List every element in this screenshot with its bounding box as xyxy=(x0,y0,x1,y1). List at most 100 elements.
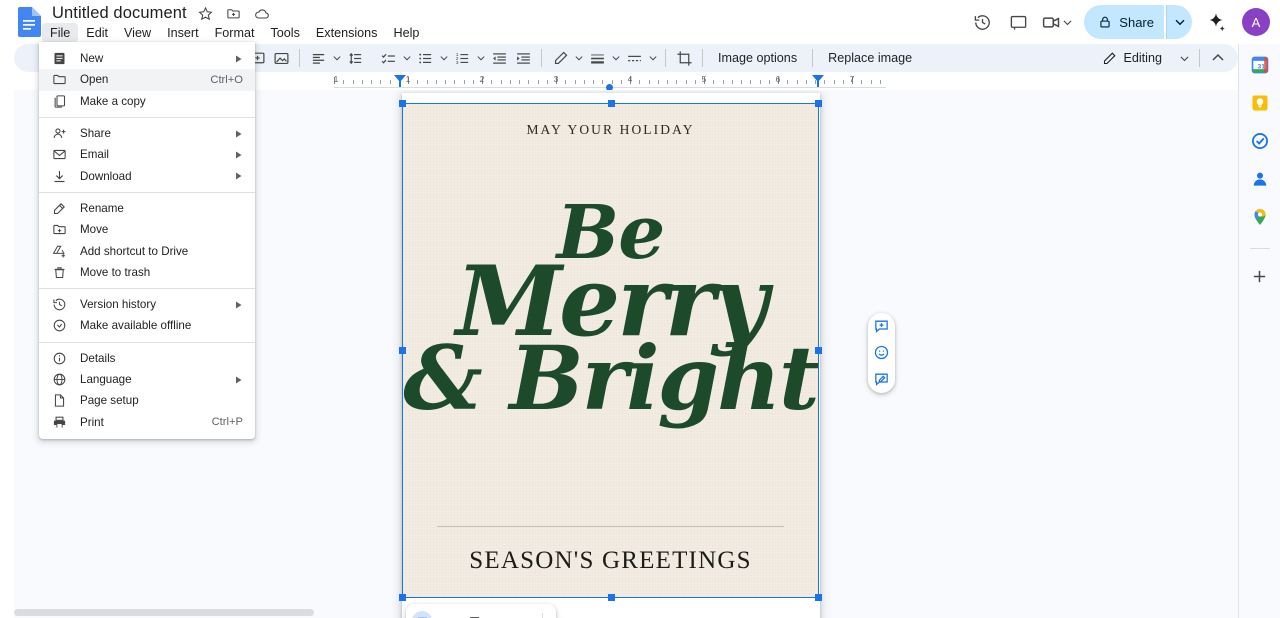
decrease-indent-icon[interactable] xyxy=(487,46,511,70)
menu-item-label: Open xyxy=(80,73,109,87)
menu-view[interactable]: View xyxy=(116,23,159,43)
menu-item-share[interactable]: Share xyxy=(39,123,255,144)
move-to-folder-icon[interactable] xyxy=(225,5,243,23)
horizontal-ruler[interactable]: 1 1 2 3 4 5 6 7 xyxy=(334,74,886,91)
menu-tools[interactable]: Tools xyxy=(262,23,307,43)
ruler-tick xyxy=(657,80,659,84)
checklist-caret[interactable] xyxy=(400,46,413,70)
menu-item-open[interactable]: Open Ctrl+O xyxy=(39,69,255,91)
menu-extensions[interactable]: Extensions xyxy=(308,23,386,43)
add-apps-icon[interactable] xyxy=(1249,265,1271,287)
replace-image-button[interactable]: Replace image xyxy=(819,51,921,65)
menu-file[interactable]: File xyxy=(42,23,79,43)
google-tasks-icon[interactable] xyxy=(1249,130,1271,152)
menu-format[interactable]: Format xyxy=(207,23,263,43)
avatar[interactable]: A xyxy=(1242,8,1270,36)
page-setup-icon xyxy=(51,392,68,409)
menu-item-label: Move xyxy=(80,223,109,237)
version-history-icon[interactable] xyxy=(965,5,999,39)
ruler-tick xyxy=(509,80,511,84)
ruler-tick xyxy=(472,80,474,84)
horizontal-scrollbar-thumb[interactable] xyxy=(14,609,314,616)
bulleted-list-caret[interactable] xyxy=(437,46,450,70)
editing-caret-icon[interactable] xyxy=(1180,54,1189,63)
horizontal-scrollbar-track[interactable] xyxy=(14,608,1238,618)
align-icon[interactable] xyxy=(306,46,330,70)
image-options-button[interactable]: Image options xyxy=(709,51,806,65)
ruler-tick xyxy=(639,80,641,84)
ruler-tick xyxy=(824,80,826,84)
header-actions: Share A xyxy=(965,4,1270,40)
toolbar-divider-4 xyxy=(702,49,703,67)
menu-edit[interactable]: Edit xyxy=(78,23,116,43)
document-title[interactable]: Untitled document xyxy=(52,4,187,23)
bulleted-list-icon[interactable] xyxy=(413,46,437,70)
clear-formatting-icon[interactable] xyxy=(548,46,572,70)
ruler-tick xyxy=(667,80,668,84)
google-maps-icon[interactable] xyxy=(1249,206,1271,228)
menu-item-language[interactable]: Language xyxy=(39,369,255,390)
crop-icon[interactable] xyxy=(672,46,696,70)
poster-image[interactable]: MAY YOUR HOLIDAY Be Merry & Bright SEASO… xyxy=(403,104,818,597)
ruler-tick xyxy=(648,80,650,84)
chevron-up-icon[interactable] xyxy=(1206,46,1230,70)
menu-insert[interactable]: Insert xyxy=(159,23,207,43)
menu-item-details[interactable]: Details xyxy=(39,348,255,369)
checklist-icon[interactable] xyxy=(376,46,400,70)
new-doc-icon xyxy=(51,50,68,67)
increase-indent-icon[interactable] xyxy=(511,46,535,70)
menu-item-download[interactable]: Download xyxy=(39,165,255,186)
toolbar-divider-3 xyxy=(665,49,666,67)
menu-item-label: New xyxy=(80,52,104,66)
border-dash-caret[interactable] xyxy=(646,46,659,70)
print-icon xyxy=(51,414,68,431)
google-calendar-icon[interactable]: 31 xyxy=(1249,54,1271,76)
border-dash-icon[interactable] xyxy=(622,46,646,70)
google-docs-logo-icon[interactable] xyxy=(12,5,46,39)
numbered-list-icon[interactable]: 1 2 3 xyxy=(450,46,474,70)
comment-icon[interactable] xyxy=(1001,5,1035,39)
menu-item-make-available-offline[interactable]: Make available offline xyxy=(39,315,255,336)
share-button[interactable]: Share xyxy=(1084,5,1164,39)
menu-item-rename[interactable]: Rename xyxy=(39,198,255,219)
align-caret[interactable] xyxy=(330,46,343,70)
folder-icon xyxy=(51,71,68,88)
line-spacing-icon[interactable] xyxy=(343,46,367,70)
menu-item-label: Language xyxy=(80,373,132,386)
svg-text:31: 31 xyxy=(1257,63,1265,70)
cloud-saved-icon[interactable] xyxy=(253,5,271,23)
ruler-number: 7 xyxy=(849,74,855,84)
offline-icon xyxy=(51,317,68,334)
google-contacts-icon[interactable] xyxy=(1249,168,1271,190)
add-comment-icon[interactable] xyxy=(871,315,893,337)
ruler-tick xyxy=(537,80,539,84)
google-meet-button[interactable] xyxy=(1037,5,1074,39)
menu-item-version-history[interactable]: Version history xyxy=(39,294,255,315)
star-icon[interactable] xyxy=(197,5,215,23)
menu-item-label: Share xyxy=(80,127,111,141)
menu-item-print[interactable]: Print Ctrl+P xyxy=(39,411,255,432)
emoji-reaction-icon[interactable] xyxy=(871,342,893,364)
gemini-sparkle-icon[interactable] xyxy=(1200,6,1232,38)
move-folder-icon xyxy=(51,221,68,238)
suggest-edit-icon[interactable] xyxy=(871,369,893,391)
google-keep-icon[interactable] xyxy=(1249,92,1271,114)
share-dropdown-caret[interactable] xyxy=(1166,5,1192,39)
menu-item-email[interactable]: Email xyxy=(39,144,255,165)
border-weight-icon[interactable] xyxy=(585,46,609,70)
menu-item-add-shortcut-to-drive[interactable]: Add shortcut to Drive xyxy=(39,240,255,261)
editing-mode-button[interactable]: Editing xyxy=(1094,46,1193,70)
menu-item-move-to-trash[interactable]: Move to trash xyxy=(39,262,255,283)
menu-item-new[interactable]: New xyxy=(39,48,255,69)
menu-help[interactable]: Help xyxy=(385,23,427,43)
ruler-tick xyxy=(491,80,493,84)
toolbar-divider-2 xyxy=(541,49,542,67)
insert-image-icon[interactable] xyxy=(269,46,293,70)
ruler-tick xyxy=(454,80,456,84)
border-weight-caret[interactable] xyxy=(609,46,622,70)
menu-item-move[interactable]: Move xyxy=(39,219,255,240)
numbered-list-caret[interactable] xyxy=(474,46,487,70)
menu-item-make-a-copy[interactable]: Make a copy xyxy=(39,91,255,112)
pen-caret[interactable] xyxy=(572,46,585,70)
menu-item-page-setup[interactable]: Page setup xyxy=(39,390,255,411)
